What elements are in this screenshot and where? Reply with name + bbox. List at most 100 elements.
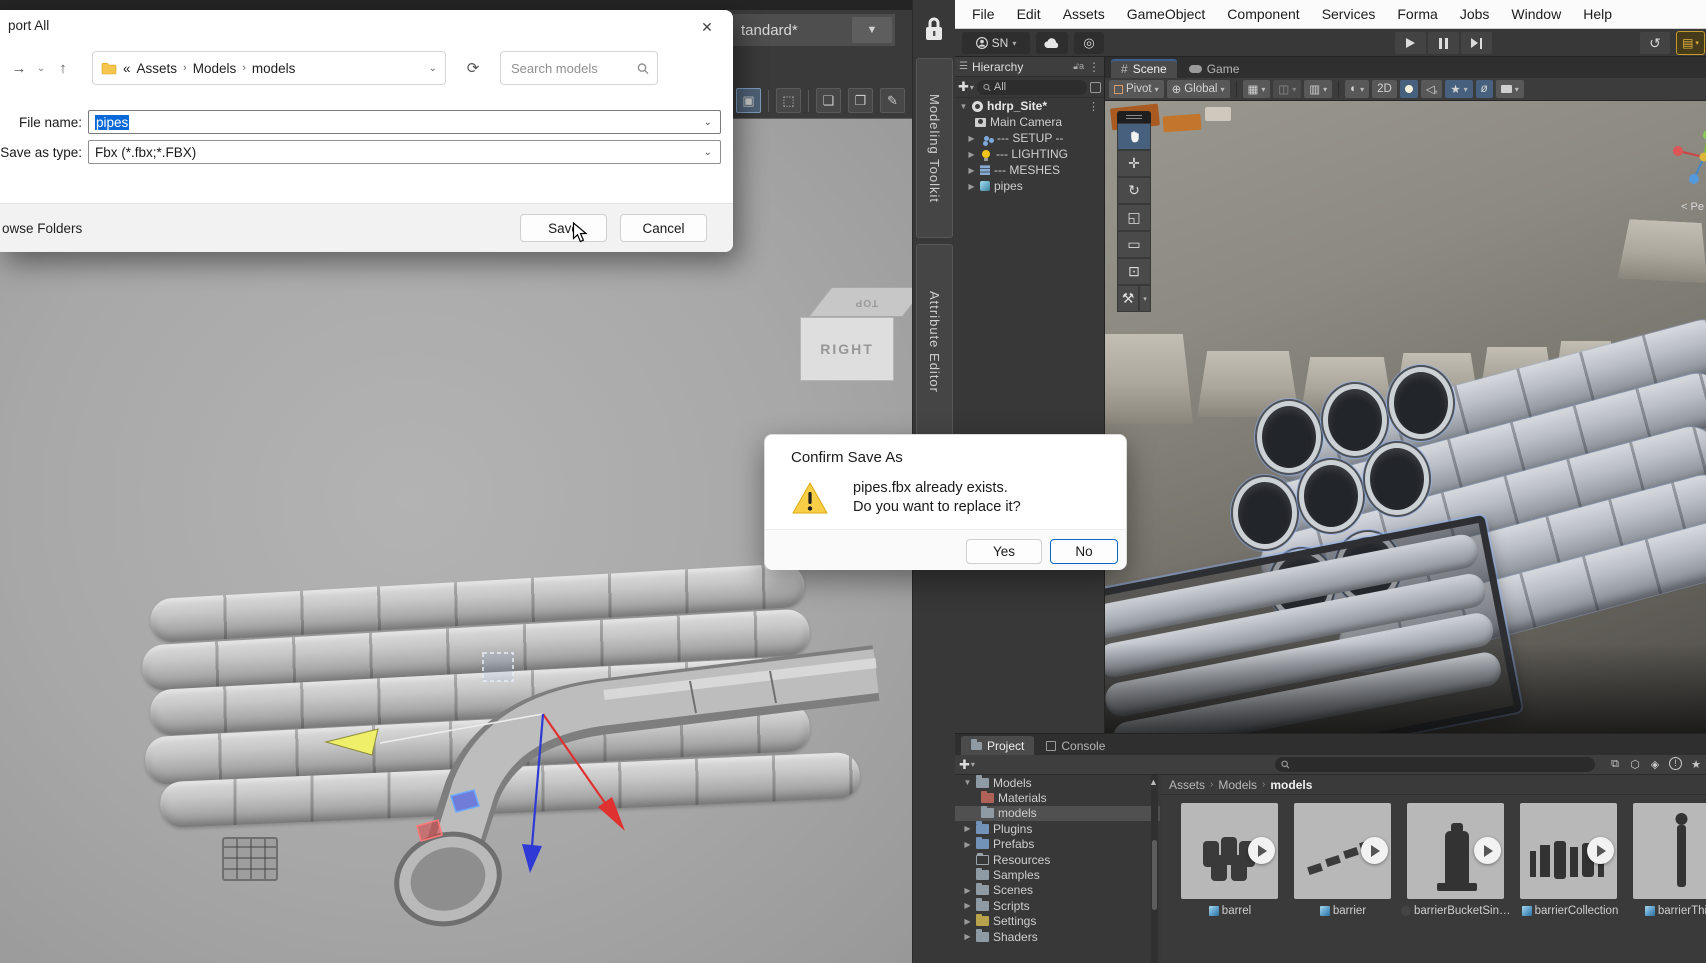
tree-item-prefabs[interactable]: ▶ Prefabs xyxy=(955,837,1160,852)
asset-label[interactable]: barrierCollection xyxy=(1514,903,1626,918)
breadcrumb-models[interactable]: Models xyxy=(193,61,237,76)
file-name-input[interactable]: pipes ⌄ xyxy=(88,110,721,134)
expand-arrow-icon[interactable]: ▶ xyxy=(963,932,972,941)
menu-assets[interactable]: Assets xyxy=(1052,6,1116,22)
asset-thumbnail-barrel[interactable] xyxy=(1181,803,1278,899)
preview-play-button[interactable] xyxy=(1587,837,1614,864)
scene-viewport[interactable]: ✛ ↻ ◱ ▭ ⊡ ⚒︎ ▾ xyxy=(1105,101,1706,733)
up-arrow-icon[interactable]: ↑ xyxy=(50,60,76,77)
project-search-input[interactable] xyxy=(1294,759,1589,771)
menu-help[interactable]: Help xyxy=(1572,6,1623,22)
refresh-icon[interactable]: ⟳ xyxy=(458,59,488,77)
asset-thumbnail-barrier-collection[interactable] xyxy=(1520,803,1617,899)
hierarchy-item-scene[interactable]: ▼ hdrp_Site* ⋮ xyxy=(955,98,1104,114)
expand-arrow-icon[interactable]: ▶ xyxy=(963,840,972,849)
menu-gameobject[interactable]: GameObject xyxy=(1116,6,1217,22)
tree-item-resources[interactable]: Resources xyxy=(955,852,1160,867)
lock-icon[interactable] xyxy=(923,15,945,43)
add-object-button[interactable]: ✚ xyxy=(958,79,974,95)
add-asset-button[interactable]: ✚ xyxy=(959,757,975,773)
save-type-select[interactable]: Fbx (*.fbx;*.FBX) ⌄ xyxy=(88,140,721,164)
menu-services[interactable]: Services xyxy=(1311,6,1387,22)
step-button[interactable] xyxy=(1461,32,1492,54)
maximize-icon[interactable]: ⧉ xyxy=(1605,757,1625,773)
kebab-menu-icon[interactable]: ⋮ xyxy=(1088,60,1100,74)
browse-folders-toggle[interactable]: owse Folders xyxy=(2,221,82,236)
expand-arrow-icon[interactable]: ▶ xyxy=(967,150,976,159)
move-tool-icon[interactable]: ❏ xyxy=(816,88,841,113)
forward-arrow-icon[interactable]: → xyxy=(6,60,32,77)
menu-component[interactable]: Component xyxy=(1216,6,1310,22)
chevron-down-icon[interactable]: ⌄ xyxy=(704,147,712,158)
asset-label[interactable]: barrel xyxy=(1175,903,1285,918)
hierarchy-header[interactable]: ☰ Hierarchy 🔓︎a ⋮ xyxy=(955,57,1104,77)
lasso-tool-icon[interactable]: ⬚ xyxy=(776,88,801,113)
no-button[interactable]: No xyxy=(1050,539,1118,564)
address-breadcrumb[interactable]: « Assets › Models › models ⌄ xyxy=(92,51,446,85)
maya-material-dropdown[interactable]: tandard* ▼ xyxy=(733,14,895,46)
cancel-button[interactable]: Cancel xyxy=(620,214,707,242)
tree-item-models[interactable]: ▼ Models xyxy=(955,775,1160,790)
preview-play-button[interactable] xyxy=(1248,837,1275,864)
menu-edit[interactable]: Edit xyxy=(1006,6,1052,22)
view-cube-top[interactable]: TOP xyxy=(808,287,912,317)
expand-arrow-icon[interactable]: ▶ xyxy=(967,134,976,143)
dialog-search-box[interactable] xyxy=(500,51,658,85)
tree-item-scenes[interactable]: ▶ Scenes xyxy=(955,883,1160,898)
tree-item-samples[interactable]: Samples xyxy=(955,867,1160,882)
chevron-down-icon[interactable]: ⌄ xyxy=(704,117,712,128)
global-button[interactable]: ⊕ Global ▾ xyxy=(1167,80,1230,98)
tab-modeling-toolkit[interactable]: Modeling Toolkit xyxy=(916,58,953,238)
breadcrumb-models-sub[interactable]: models xyxy=(252,61,296,76)
rotate-tool-icon[interactable]: ❐ xyxy=(848,88,873,113)
breadcrumb-prefix[interactable]: « xyxy=(123,61,131,76)
rotate-tool[interactable]: ↻ xyxy=(1117,177,1151,204)
tab-attribute-editor[interactable]: Attribute Editor xyxy=(916,244,953,440)
asset-label[interactable]: barrierThinS xyxy=(1627,903,1706,918)
alert-icon[interactable]: ! xyxy=(1669,757,1682,770)
breadcrumb-models-sub[interactable]: models xyxy=(1270,778,1312,792)
expand-arrow-icon[interactable]: ▶ xyxy=(963,917,972,926)
chevron-down-icon[interactable]: ▾ xyxy=(1139,285,1151,312)
move-tool[interactable]: ✛ xyxy=(1117,150,1151,177)
tree-item-materials[interactable]: Materials xyxy=(955,790,1160,805)
hidden-objects-toggle[interactable]: ø xyxy=(1476,80,1493,98)
undo-history-button[interactable]: ↺ xyxy=(1640,32,1670,54)
tree-item-models-sub[interactable]: models xyxy=(955,806,1160,821)
lighting-toggle[interactable] xyxy=(1400,80,1418,98)
preview-play-button[interactable] xyxy=(1361,837,1388,864)
lock-icon[interactable]: 🔓︎a xyxy=(1073,61,1084,72)
select-tool-icon[interactable]: ▣ xyxy=(736,88,761,113)
asset-bundle-icon[interactable]: ⬡ xyxy=(1625,757,1645,773)
hierarchy-search[interactable] xyxy=(977,80,1087,95)
hierarchy-item-pipes[interactable]: ▶ pipes xyxy=(955,178,1104,194)
chevron-down-icon[interactable]: ⌄ xyxy=(32,63,50,74)
tab-project[interactable]: Project xyxy=(961,736,1034,755)
project-search[interactable] xyxy=(1275,757,1595,772)
package-alert-button[interactable]: ▤ ▾ xyxy=(1676,31,1705,55)
camera-settings-button[interactable]: ▾ xyxy=(1496,80,1524,98)
cloud-button[interactable] xyxy=(1036,32,1068,54)
axis-gizmo[interactable] xyxy=(1664,129,1706,185)
expand-arrow-icon[interactable]: ▶ xyxy=(963,886,972,895)
effects-toggle[interactable]: ★▾ xyxy=(1445,80,1472,98)
grid-snap-button[interactable]: ▦▾ xyxy=(1243,80,1271,98)
tree-item-plugins[interactable]: ▶ Plugins xyxy=(955,821,1160,836)
tab-game[interactable]: Game xyxy=(1179,59,1250,78)
snap-increment-button[interactable]: ◫▾ xyxy=(1273,80,1301,98)
expand-arrow-icon[interactable]: ▶ xyxy=(967,166,976,175)
asset-label[interactable]: barrier xyxy=(1288,903,1398,918)
asset-thumbnail-barrier-bucket[interactable] xyxy=(1407,803,1504,899)
view-cube-front[interactable]: RIGHT xyxy=(800,317,894,381)
favorite-icon[interactable]: ★ xyxy=(1686,757,1706,773)
rect-tool[interactable]: ▭ xyxy=(1117,231,1151,258)
transform-tool[interactable]: ⊡ xyxy=(1117,258,1151,285)
custom-tool[interactable]: ⚒︎ xyxy=(1117,285,1139,312)
yes-button[interactable]: Yes xyxy=(966,539,1042,564)
overlay-drag-handle[interactable] xyxy=(1117,111,1151,123)
hierarchy-item-lighting[interactable]: ▶ --- LIGHTING xyxy=(955,146,1104,162)
tree-item-shaders[interactable]: ▶ Shaders xyxy=(955,929,1160,944)
view-cube[interactable]: TOP RIGHT xyxy=(800,287,894,381)
hierarchy-search-input[interactable] xyxy=(994,81,1081,93)
shading-mode-button[interactable]: ◐▾ xyxy=(1345,80,1369,98)
